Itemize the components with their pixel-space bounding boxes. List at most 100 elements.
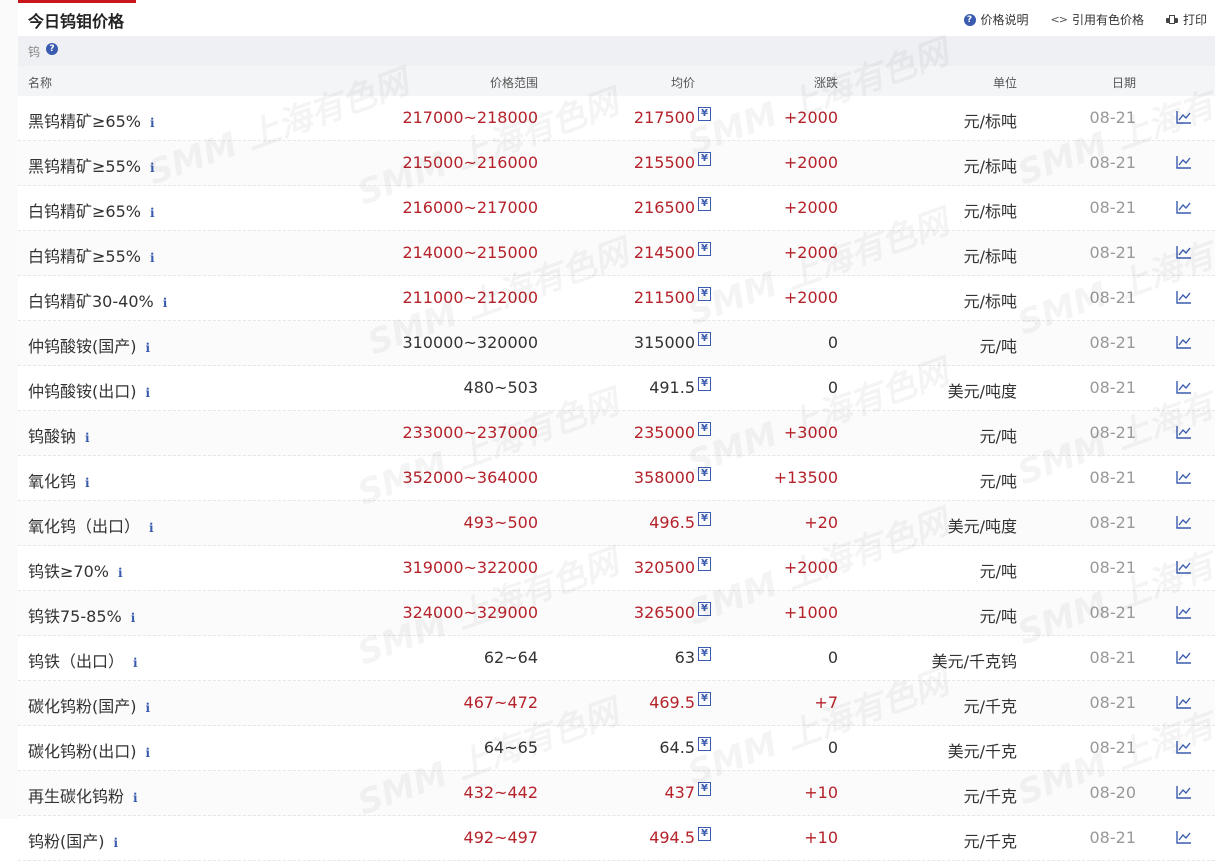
price-unit: 元/吨 [979,337,1017,356]
cite-price-link[interactable]: <> 引用有色价格 [1051,11,1144,28]
info-icon[interactable]: i [146,386,151,400]
average-price: 217500 [633,108,695,127]
average-price: 491.5 [649,378,695,397]
currency-convert-icon[interactable]: ¥ [698,107,711,121]
trend-chart-icon[interactable] [1176,244,1192,259]
average-price: 63 [674,648,695,667]
product-name[interactable]: 钨酸钠 i [28,423,90,447]
price-change: 0 [827,333,838,352]
currency-convert-icon[interactable]: ¥ [698,647,711,661]
product-name[interactable]: 钨粉(国产) i [28,828,118,852]
trend-chart-icon[interactable] [1176,604,1192,619]
trend-chart-icon[interactable] [1176,694,1192,709]
product-name-label: 氧化钨（出口） [28,517,141,536]
info-icon[interactable]: i [146,701,151,715]
info-icon[interactable]: i [85,476,90,490]
currency-convert-icon[interactable]: ¥ [698,287,711,301]
trend-chart-icon[interactable] [1176,784,1192,799]
info-icon[interactable]: i [150,116,155,130]
info-icon[interactable]: i [131,611,136,625]
product-name[interactable]: 黑钨精矿≥55% i [28,153,155,177]
price-change: +20 [804,513,838,532]
product-name[interactable]: 碳化钨粉(出口) i [28,738,150,762]
trend-chart-icon[interactable] [1176,199,1192,214]
currency-convert-icon[interactable]: ¥ [698,152,711,166]
product-name[interactable]: 钨铁≥70% i [28,558,123,582]
product-name[interactable]: 氧化钨（出口） i [28,513,154,537]
average-price: 320500 [633,558,695,577]
product-name[interactable]: 仲钨酸铵(出口) i [28,378,150,402]
price-change: +2000 [783,558,838,577]
trend-chart-icon[interactable] [1176,424,1192,439]
info-icon[interactable]: i [85,431,90,445]
price-change: +2000 [783,153,838,172]
info-icon[interactable]: i [114,836,119,850]
product-name-label: 白钨精矿30-40% [28,292,154,311]
currency-convert-icon[interactable]: ¥ [698,827,711,841]
price-explanation-link[interactable]: ? 价格说明 [963,11,1029,28]
currency-convert-icon[interactable]: ¥ [698,242,711,256]
trend-chart-icon[interactable] [1176,829,1192,844]
currency-convert-icon[interactable]: ¥ [698,422,711,436]
info-icon[interactable]: i [146,746,151,760]
trend-chart-icon[interactable] [1176,514,1192,529]
currency-convert-icon[interactable]: ¥ [698,692,711,706]
currency-convert-icon[interactable]: ¥ [698,332,711,346]
price-range: 217000~218000 [402,108,538,127]
trend-chart-icon[interactable] [1176,109,1192,124]
print-link[interactable]: 打印 [1165,11,1207,28]
info-icon[interactable]: i [150,161,155,175]
product-name[interactable]: 钨铁75-85% i [28,603,135,627]
average-price: 315000 [633,333,695,352]
info-icon[interactable]: i [118,566,123,580]
currency-convert-icon[interactable]: ¥ [698,782,711,796]
price-range: 324000~329000 [402,603,538,622]
price-date: 08-21 [1089,378,1137,397]
trend-chart-icon[interactable] [1176,289,1192,304]
currency-convert-icon[interactable]: ¥ [698,467,711,481]
currency-convert-icon[interactable]: ¥ [698,557,711,571]
product-name[interactable]: 白钨精矿≥55% i [28,243,155,267]
info-icon[interactable]: i [133,791,138,805]
product-name[interactable]: 氧化钨 i [28,468,90,492]
currency-convert-icon[interactable]: ¥ [698,197,711,211]
print-label: 打印 [1182,13,1207,27]
info-icon[interactable]: i [150,206,155,220]
info-icon[interactable]: i [146,341,151,355]
currency-convert-icon[interactable]: ¥ [698,512,711,526]
product-name[interactable]: 钨铁（出口） i [28,648,138,672]
info-icon[interactable]: i [150,251,155,265]
col-unit: 单位 [992,76,1017,90]
price-date: 08-21 [1089,198,1137,217]
info-icon[interactable]: i [133,656,138,670]
question-circle-icon: ? [963,13,976,26]
product-name[interactable]: 黑钨精矿≥65% i [28,108,155,132]
trend-chart-icon[interactable] [1176,469,1192,484]
price-change: +10 [804,783,838,802]
product-name[interactable]: 白钨精矿≥65% i [28,198,155,222]
product-name[interactable]: 再生碳化钨粉 i [28,783,138,807]
currency-convert-icon[interactable]: ¥ [698,737,711,751]
trend-chart-icon[interactable] [1176,334,1192,349]
table-row: 仲钨酸铵(出口) i 480~503 491.5 ¥0 美元/吨度 08-21 [18,366,1215,411]
currency-convert-icon[interactable]: ¥ [698,377,711,391]
trend-chart-icon[interactable] [1176,739,1192,754]
section-label: 钨 [28,45,41,59]
info-icon[interactable]: i [149,521,154,535]
product-name-label: 白钨精矿≥65% [28,202,141,221]
price-unit: 元/千克 [963,787,1017,806]
currency-convert-icon[interactable]: ¥ [698,602,711,616]
trend-chart-icon[interactable] [1176,379,1192,394]
trend-chart-icon[interactable] [1176,649,1192,664]
info-icon[interactable]: i [163,296,168,310]
product-name[interactable]: 白钨精矿30-40% i [28,288,167,312]
product-name[interactable]: 碳化钨粉(国产) i [28,693,150,717]
section-help-icon[interactable]: ? [46,43,58,55]
price-date: 08-21 [1089,603,1137,622]
price-date: 08-20 [1089,783,1137,802]
table-row: 钨粉(国产) i 492~497 494.5 ¥ +10 元/千克 08-21 [18,816,1215,861]
product-name[interactable]: 仲钨酸铵(国产) i [28,333,150,357]
col-date: 日期 [1111,76,1136,90]
trend-chart-icon[interactable] [1176,154,1192,169]
trend-chart-icon[interactable] [1176,559,1192,574]
